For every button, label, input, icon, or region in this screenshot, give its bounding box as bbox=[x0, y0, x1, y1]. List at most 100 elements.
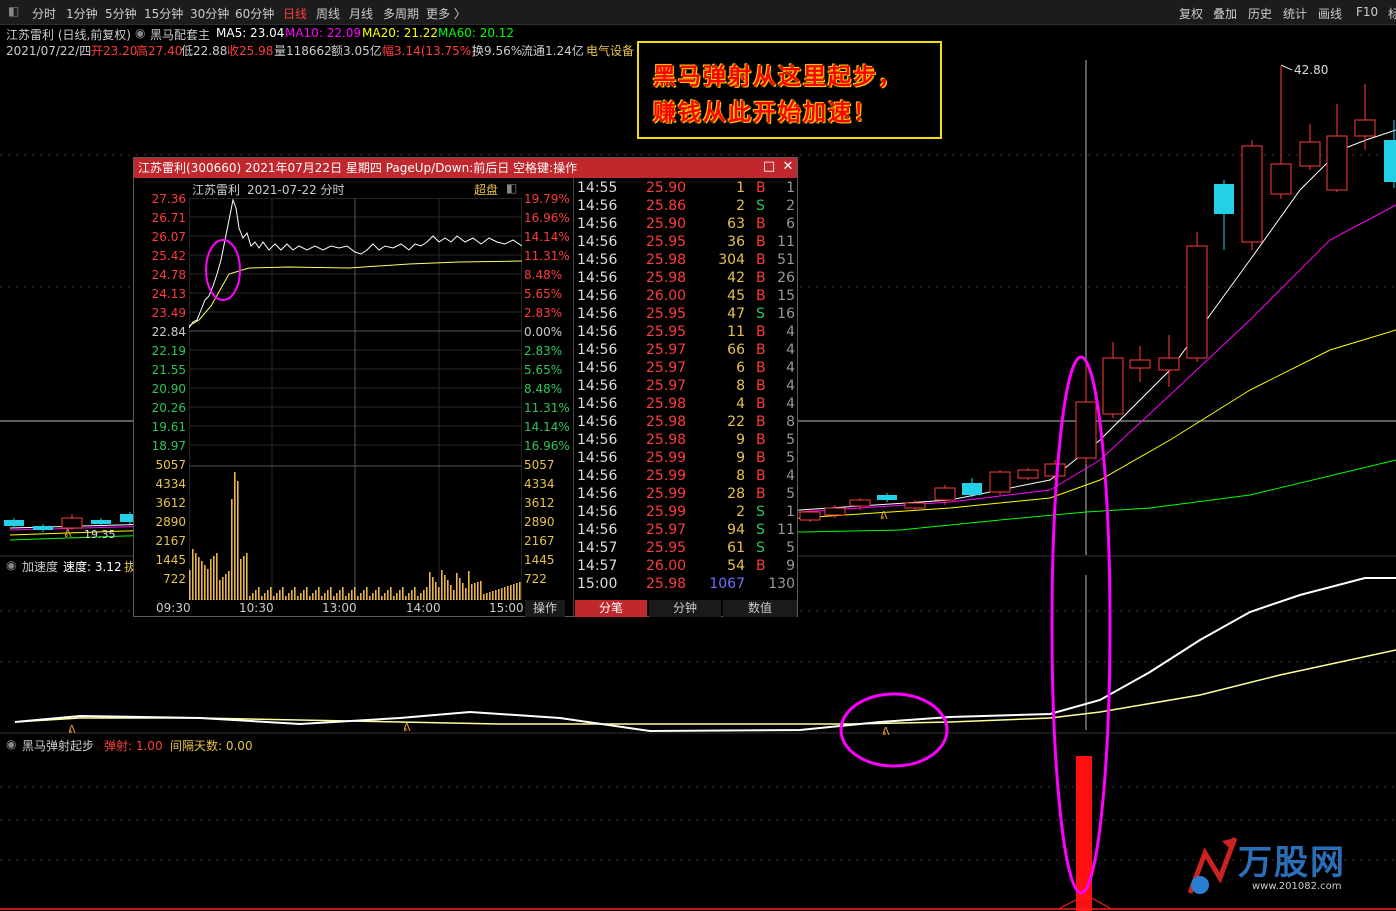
volume-bar bbox=[237, 481, 239, 600]
trade-price: 25.90 bbox=[646, 216, 687, 232]
trade-volume: 66 bbox=[727, 342, 745, 358]
low-label: 19.35 bbox=[84, 528, 116, 541]
trade-volume: 2 bbox=[736, 504, 745, 520]
trade-row: 15:00 25.98 1067 130 bbox=[575, 575, 797, 593]
close-icon[interactable]: ✕ bbox=[781, 160, 795, 174]
pct-tick: 2.83% bbox=[524, 306, 563, 320]
volume-bar bbox=[363, 590, 365, 600]
volume-bar bbox=[255, 590, 257, 600]
candle bbox=[1129, 346, 1151, 382]
trade-volume: 8 bbox=[736, 468, 745, 484]
trade-volume: 94 bbox=[727, 522, 745, 538]
trade-row: 14:56 25.86 2 S 2 bbox=[575, 197, 797, 215]
volume-bar bbox=[438, 587, 440, 600]
highlight-ellipse-accel bbox=[839, 692, 949, 768]
peak-label: 42.80 bbox=[1294, 63, 1328, 77]
volume-bar bbox=[483, 594, 485, 600]
volume-tick: 2167 bbox=[524, 534, 555, 548]
trade-price: 25.90 bbox=[646, 180, 687, 196]
popup-stock-name: 江苏雷利 bbox=[192, 183, 241, 197]
candle bbox=[1326, 104, 1348, 192]
trade-row: 14:56 25.97 66 B 4 bbox=[575, 341, 797, 359]
volume-bar bbox=[261, 596, 263, 600]
volume-bar bbox=[402, 587, 404, 600]
candle bbox=[1241, 140, 1263, 250]
trade-row: 14:56 25.98 4 B 4 bbox=[575, 395, 797, 413]
volume-bar bbox=[336, 593, 338, 600]
trade-price: 25.99 bbox=[646, 504, 687, 520]
trade-price: 25.97 bbox=[646, 360, 687, 376]
volume-bar bbox=[375, 590, 377, 600]
trade-count: 130 bbox=[768, 576, 795, 592]
volume-bar bbox=[471, 584, 473, 600]
trade-price: 25.99 bbox=[646, 468, 687, 484]
volume-bar bbox=[378, 587, 380, 600]
panel-icon[interactable]: ◉ bbox=[6, 737, 16, 751]
buy-marker-icon: ᕕ bbox=[64, 527, 72, 540]
volume-bar bbox=[192, 549, 194, 600]
volume-tick: 1445 bbox=[155, 553, 186, 567]
trade-time: 14:56 bbox=[577, 324, 618, 340]
trade-volume: 47 bbox=[727, 306, 745, 322]
time-tick: 15:00 bbox=[489, 601, 524, 615]
price-tick: 27.36 bbox=[151, 192, 186, 206]
volume-bar bbox=[360, 593, 362, 600]
volume-bar bbox=[309, 596, 311, 600]
panel-icon[interactable]: ◉ bbox=[6, 558, 16, 572]
volume-bar bbox=[312, 593, 314, 600]
trade-price: 25.95 bbox=[646, 540, 687, 556]
volume-bar bbox=[381, 596, 383, 600]
volume-bar bbox=[330, 587, 332, 600]
volume-bar bbox=[345, 596, 347, 600]
volume-bar bbox=[348, 593, 350, 600]
volume-tick: 2890 bbox=[524, 515, 555, 529]
trade-count: 11 bbox=[777, 522, 795, 538]
volume-bar bbox=[351, 590, 353, 600]
volume-bar bbox=[324, 593, 326, 600]
trade-row: 14:56 25.95 36 B 11 bbox=[575, 233, 797, 251]
volume-bar bbox=[249, 596, 251, 600]
volume-bar bbox=[243, 556, 245, 600]
trade-time: 14:56 bbox=[577, 414, 618, 430]
trade-time: 14:56 bbox=[577, 270, 618, 286]
popup-title: 江苏雷利(300660) 2021年07月22日 星期四 PageUp/Down… bbox=[134, 158, 797, 178]
volume-tick: 722 bbox=[163, 572, 186, 586]
time-tick: 09:30 bbox=[156, 601, 191, 615]
popup-toggle-icon[interactable]: ◧ bbox=[506, 181, 517, 195]
intraday-chart[interactable] bbox=[189, 198, 522, 600]
trade-count: 9 bbox=[786, 558, 795, 574]
volume-bar bbox=[441, 570, 443, 600]
trade-price: 25.95 bbox=[646, 324, 687, 340]
volume-bar bbox=[411, 590, 413, 600]
tab-fenzhong[interactable]: 分钟 bbox=[649, 600, 721, 617]
operate-button[interactable]: 操作 bbox=[525, 600, 565, 617]
price-tick: 22.19 bbox=[151, 344, 186, 358]
volume-bar bbox=[258, 587, 260, 600]
trade-count: 5 bbox=[786, 540, 795, 556]
candle bbox=[1186, 232, 1208, 362]
trade-count: 6 bbox=[786, 216, 795, 232]
trade-volume: 6 bbox=[736, 360, 745, 376]
time-tick: 13:00 bbox=[322, 601, 357, 615]
tab-shuzhi[interactable]: 数值 bbox=[723, 600, 797, 617]
trade-count: 5 bbox=[786, 450, 795, 466]
trade-row: 14:56 25.99 9 B 5 bbox=[575, 449, 797, 467]
maximize-icon[interactable]: □ bbox=[762, 160, 776, 174]
popup-date: 2021-07-22 分时 bbox=[247, 183, 345, 197]
volume-bar bbox=[516, 583, 518, 600]
trade-time: 14:56 bbox=[577, 342, 618, 358]
trade-count: 4 bbox=[786, 342, 795, 358]
intraday-popup[interactable]: 江苏雷利(300660) 2021年07月22日 星期四 PageUp/Down… bbox=[133, 157, 798, 618]
popup-super-label[interactable]: 超盘 bbox=[474, 181, 498, 198]
pct-tick: 8.48% bbox=[524, 268, 563, 282]
trade-row: 14:56 25.98 9 B 5 bbox=[575, 431, 797, 449]
trade-volume: 22 bbox=[727, 414, 745, 430]
trade-time: 14:56 bbox=[577, 378, 618, 394]
trade-time: 14:56 bbox=[577, 198, 618, 214]
volume-bar bbox=[429, 572, 431, 600]
volume-bar bbox=[453, 590, 455, 600]
tab-fenbi[interactable]: 分笔 bbox=[575, 600, 647, 617]
trade-time: 14:56 bbox=[577, 522, 618, 538]
time-tick: 10:30 bbox=[239, 601, 274, 615]
trade-price: 25.97 bbox=[646, 342, 687, 358]
